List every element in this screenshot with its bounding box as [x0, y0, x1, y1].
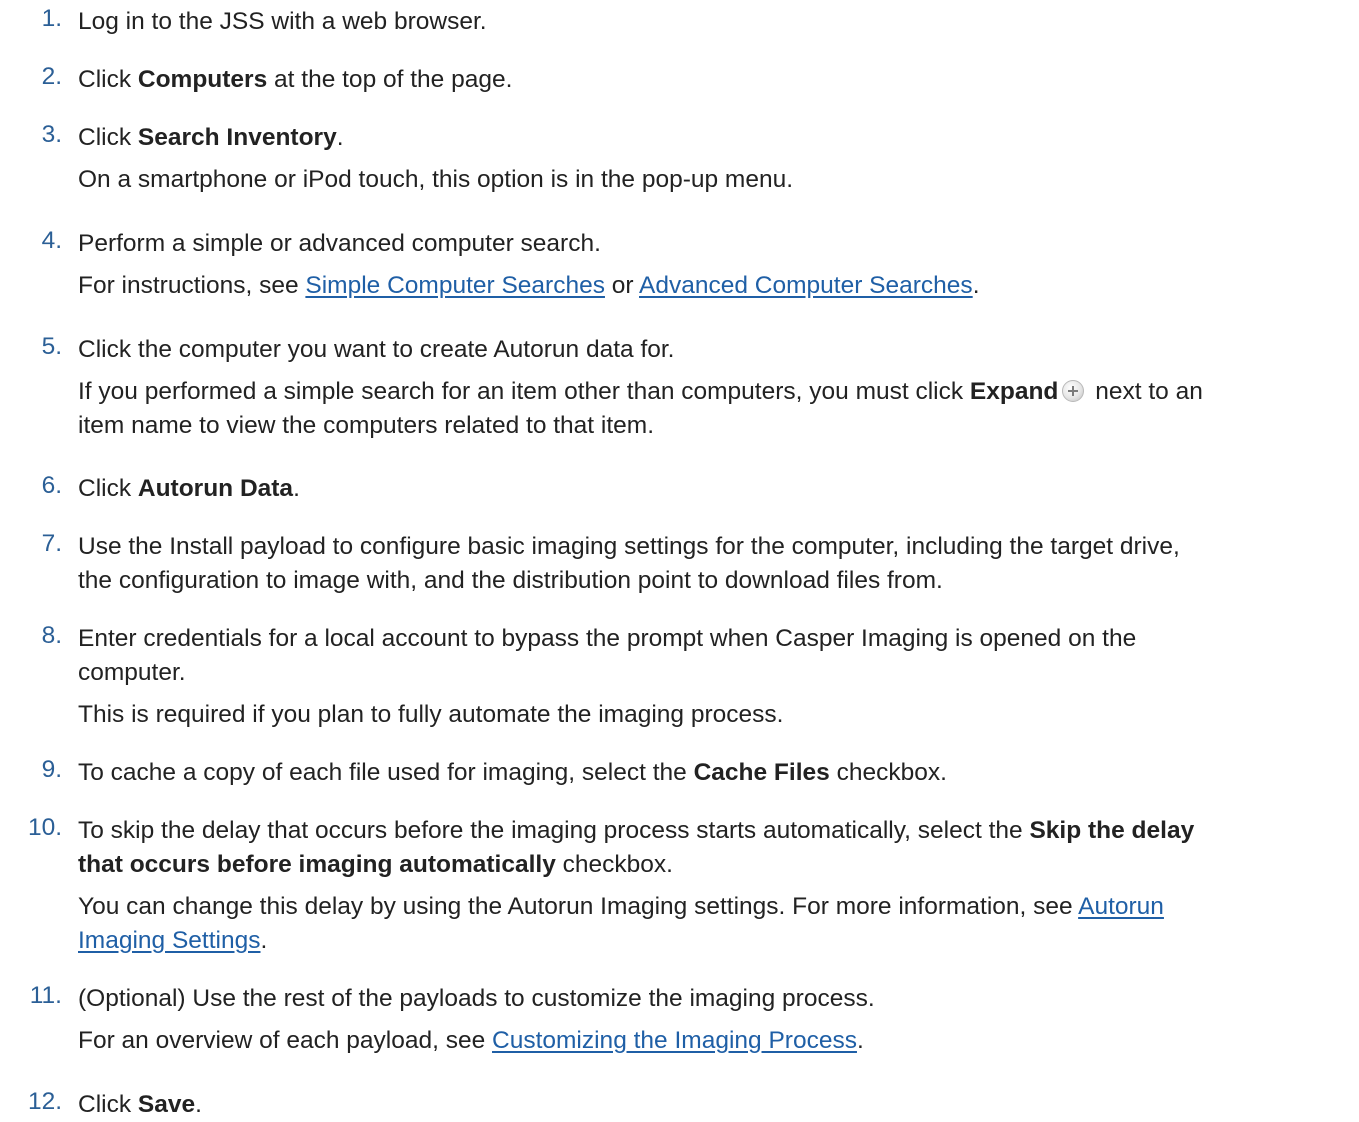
step-number: 5. — [41, 333, 62, 360]
link-advanced-computer-searches[interactable]: Advanced Computer Searches — [639, 272, 973, 299]
step-text-pre: Click — [78, 475, 138, 502]
step-note-line-2: Imaging Settings. — [78, 924, 1353, 958]
step-text-line-2-content: computer. — [78, 659, 186, 686]
step-number: 10. — [27, 814, 62, 841]
ui-term-expand: Expand — [969, 378, 1059, 405]
step-text: Click Save. — [78, 1088, 1353, 1122]
step-text-content: Perform a simple or advanced computer se… — [78, 230, 601, 257]
step-note: This is required if you plan to fully au… — [78, 698, 1353, 732]
step-number: 12. — [27, 1088, 62, 1115]
step-note-post: . — [260, 927, 268, 954]
plus-icon — [1062, 380, 1085, 402]
step-note: For instructions, see Simple Computer Se… — [78, 269, 1353, 303]
step-note: For an overview of each payload, see Cus… — [78, 1024, 1353, 1058]
step-text: Click Computers at the top of the page. — [78, 63, 1353, 97]
step-text-line-2: the configuration to image with, and the… — [78, 564, 1353, 598]
step-text: Click Autorun Data. — [78, 472, 1353, 506]
step-number: 2. — [41, 63, 62, 90]
step-note-mid: or — [604, 272, 640, 299]
step-text-post: . — [293, 475, 300, 502]
step-number: 7. — [41, 530, 62, 557]
step-text-pre: To cache a copy of each file used for im… — [78, 759, 694, 786]
step-number: 6. — [41, 472, 62, 499]
step-note-post: next to an — [1088, 378, 1203, 405]
step-text-line-1-content: Use the Install payload to configure bas… — [78, 533, 1180, 560]
step-text-line-2: computer. — [78, 656, 1353, 690]
ui-term-search-inventory: Search Inventory — [137, 124, 337, 151]
link-customizing-imaging-process[interactable]: Customizing the Imaging Process — [492, 1027, 857, 1054]
step-note-post: . — [856, 1027, 864, 1054]
step-text: Log in to the JSS with a web browser. — [78, 5, 1353, 39]
step-text-post: . — [336, 124, 344, 151]
step-note-text: This is required if you plan to fully au… — [78, 701, 784, 728]
step-note-pre: If you performed a simple search for an … — [78, 378, 970, 405]
step-text-post: checkbox. — [555, 851, 673, 878]
ui-term-cache-files: Cache Files — [693, 759, 830, 786]
ui-term-skip-delay-part-1: Skip the delay — [1029, 817, 1195, 844]
step-note: On a smartphone or iPod touch, this opti… — [78, 163, 1353, 197]
step-number: 4. — [41, 227, 62, 254]
step-text-post: checkbox. — [829, 759, 947, 786]
step-text-line-2: that occurs before imaging automatically… — [78, 848, 1353, 882]
step-note-text: On a smartphone or iPod touch, this opti… — [78, 166, 794, 193]
ui-term-save: Save — [137, 1091, 196, 1118]
step-note-line-2: item name to view the computers related … — [78, 409, 1353, 443]
step-note-line-2-text: item name to view the computers related … — [78, 412, 655, 439]
step-text-post: at the top of the page. — [267, 66, 513, 93]
step-text: To cache a copy of each file used for im… — [78, 756, 1353, 790]
step-text: Click the computer you want to create Au… — [78, 333, 1353, 367]
ui-term-skip-delay-part-2: that occurs before imaging automatically — [78, 851, 556, 878]
step-number: 8. — [41, 622, 62, 649]
step-text-line-1: Use the Install payload to configure bas… — [78, 530, 1353, 564]
step-text: Click Search Inventory. — [78, 121, 1353, 155]
step-note-line-1: If you performed a simple search for an … — [78, 375, 1353, 409]
step-text-content: (Optional) Use the rest of the payloads … — [78, 985, 875, 1012]
step-text-pre: Click — [78, 124, 138, 151]
step-note-pre: For an overview of each payload, see — [78, 1027, 493, 1054]
step-note-pre: You can change this delay by using the A… — [78, 893, 1079, 920]
step-note-post: . — [972, 272, 980, 299]
link-autorun-imaging-settings-part-2[interactable]: Imaging Settings — [78, 927, 261, 954]
step-text-line-1: To skip the delay that occurs before the… — [78, 814, 1353, 848]
step-text-line-1-content: Enter credentials for a local account to… — [78, 625, 1137, 652]
step-number: 11. — [29, 982, 62, 1009]
step-number: 9. — [41, 756, 62, 783]
step-text-pre: Click — [78, 66, 138, 93]
step-note-line-1: You can change this delay by using the A… — [78, 890, 1353, 924]
step-text-content: Click the computer you want to create Au… — [78, 336, 675, 363]
step-text-post: . — [195, 1091, 202, 1118]
step-note-pre: For instructions, see — [78, 272, 306, 299]
step-text-line-1: Enter credentials for a local account to… — [78, 622, 1353, 656]
step-text-pre: To skip the delay that occurs before the… — [78, 817, 1030, 844]
step-text-pre: Click — [78, 1091, 138, 1118]
step-number: 1. — [41, 5, 62, 32]
step-number: 3. — [41, 121, 62, 148]
link-simple-computer-searches[interactable]: Simple Computer Searches — [305, 272, 605, 299]
ui-term-autorun-data: Autorun Data — [137, 475, 294, 502]
step-text-line-2-content: the configuration to image with, and the… — [78, 567, 943, 594]
step-text: (Optional) Use the rest of the payloads … — [78, 982, 1353, 1016]
link-autorun-imaging-settings-part-1[interactable]: Autorun — [1078, 893, 1164, 920]
step-text-content: Log in to the JSS with a web browser. — [78, 8, 487, 35]
step-text: Perform a simple or advanced computer se… — [78, 227, 1353, 261]
ui-term-computers: Computers — [137, 66, 268, 93]
